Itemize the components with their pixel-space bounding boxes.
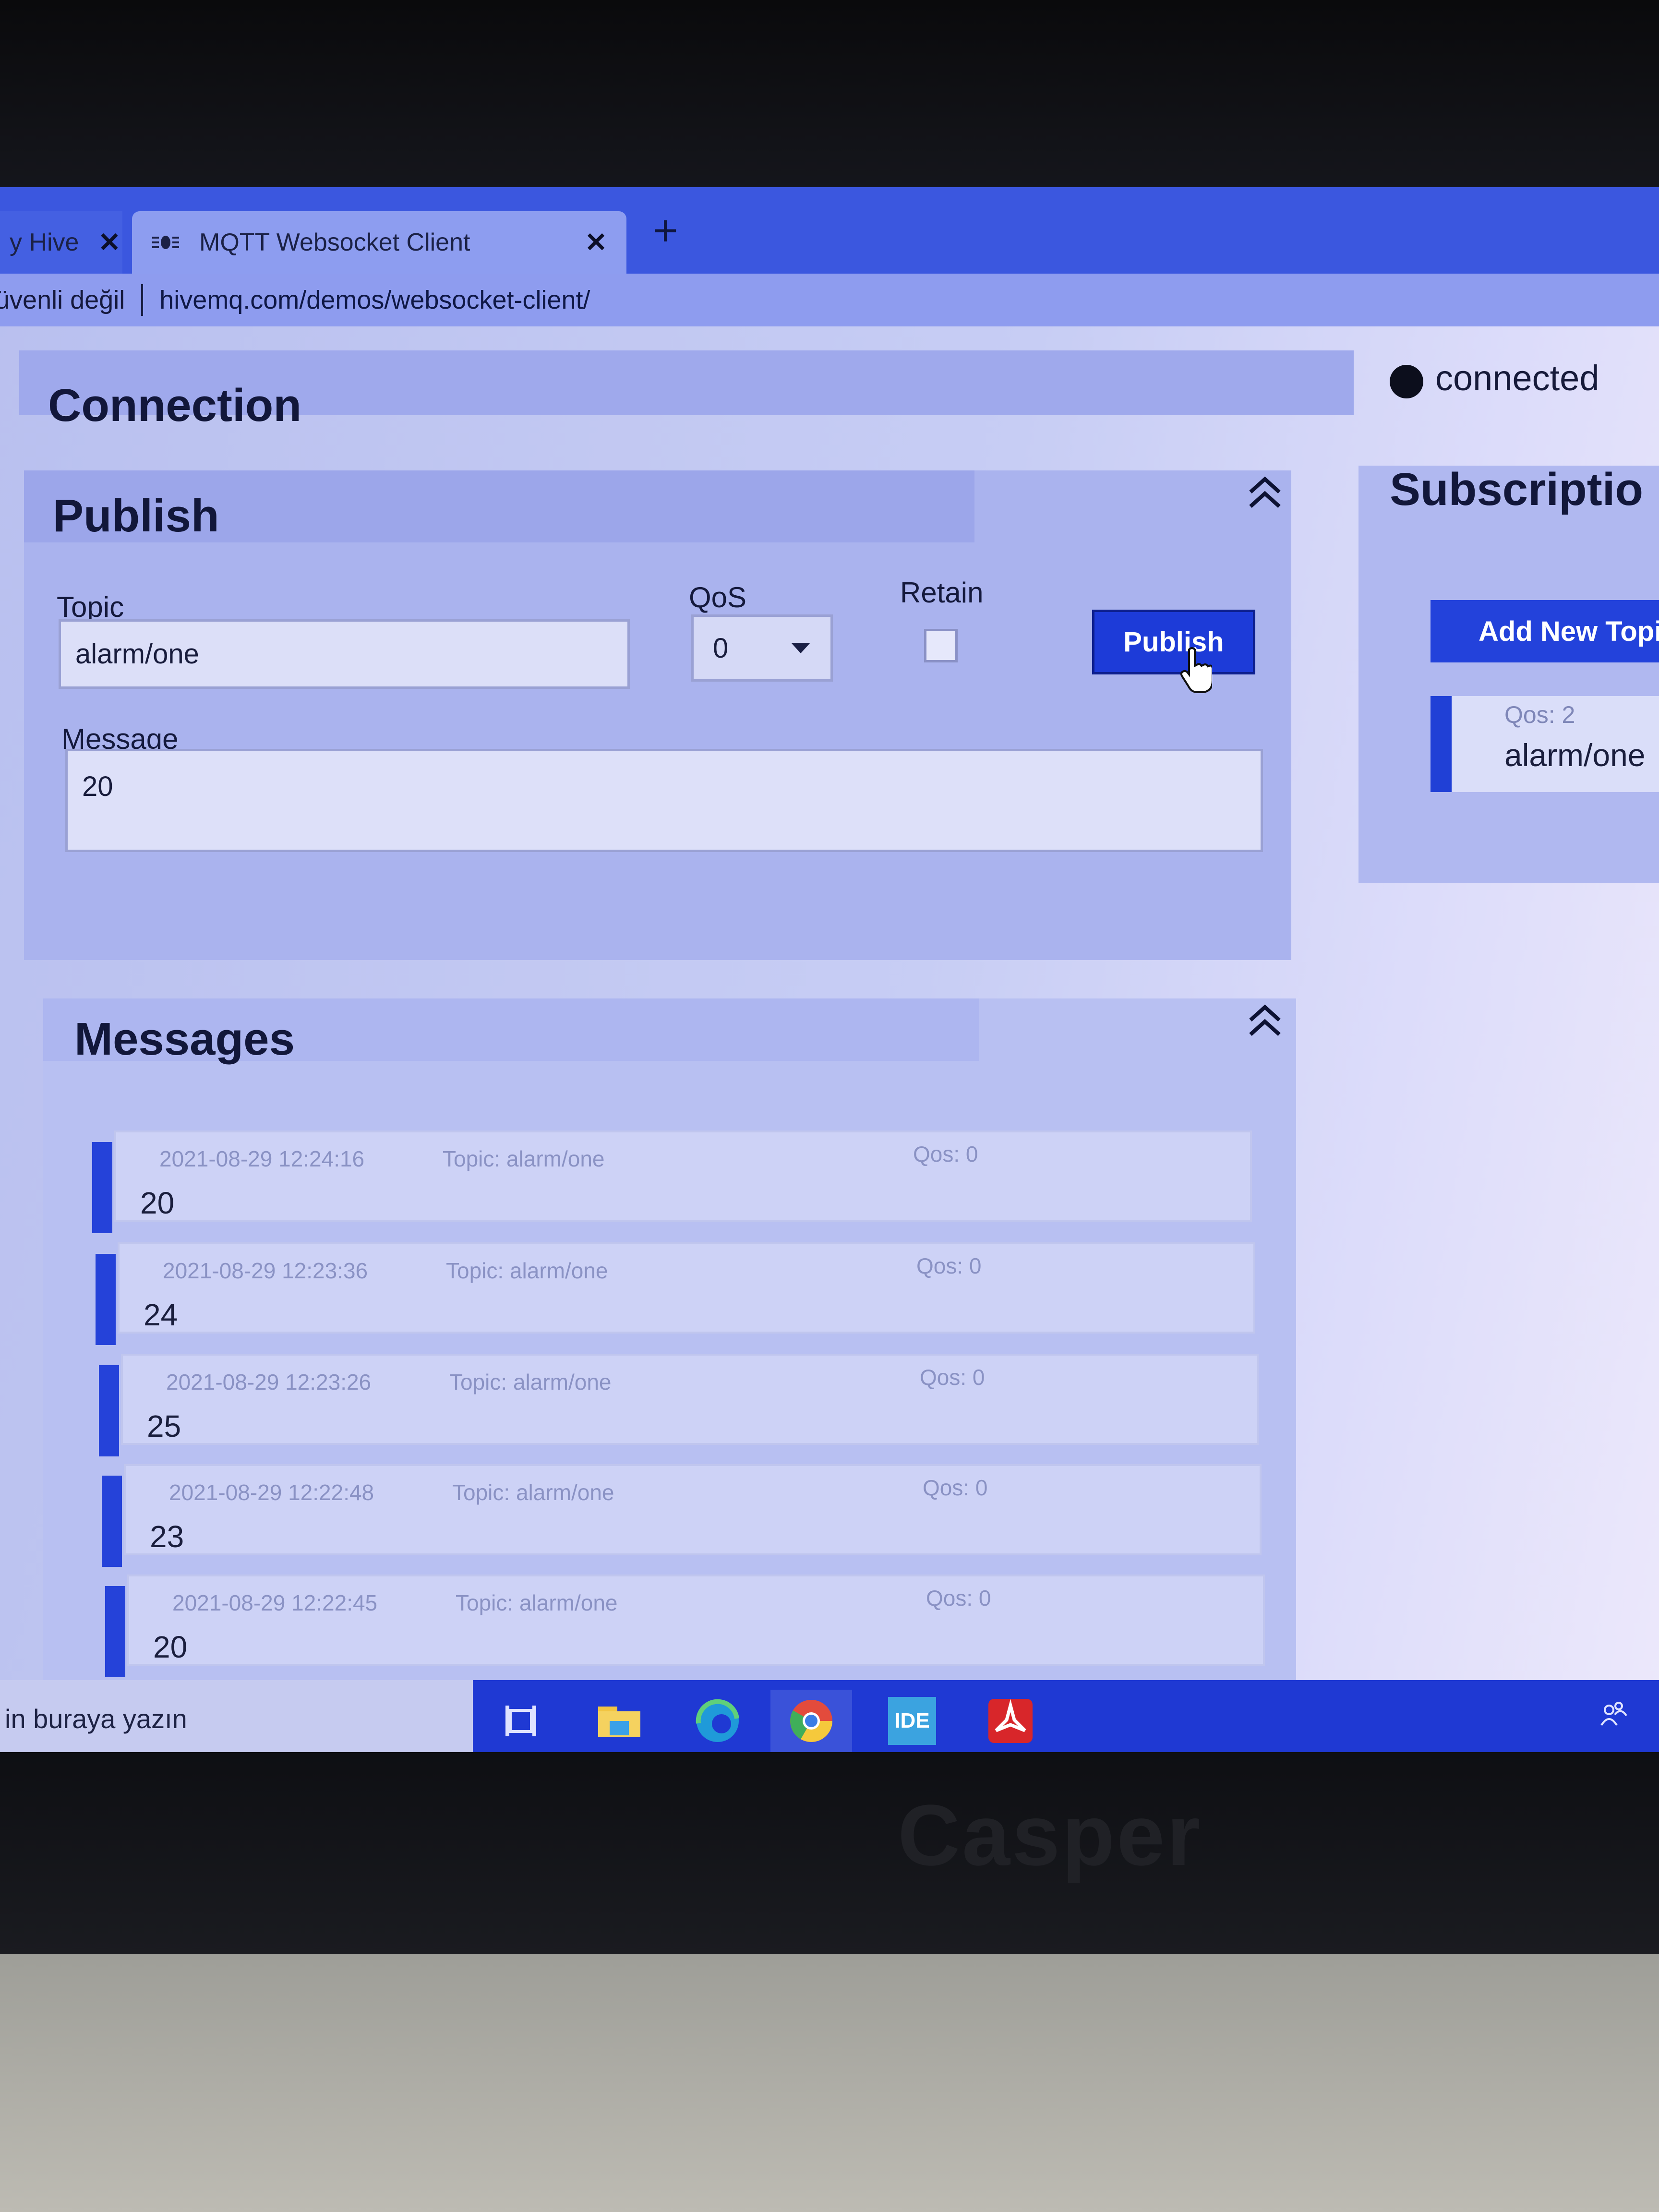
publish-panel: [24, 470, 1291, 960]
acrobat-icon[interactable]: [970, 1690, 1051, 1752]
ide-icon[interactable]: IDE: [871, 1690, 953, 1752]
publish-collapse-icon[interactable]: [1243, 470, 1286, 524]
qos-select[interactable]: 0: [691, 614, 833, 682]
laptop-bezel-bottom: Casper: [0, 1752, 1659, 1954]
subscription-topic: alarm/one: [1504, 737, 1646, 773]
message-row-marker: [99, 1365, 119, 1456]
topic-input[interactable]: alarm/one: [59, 619, 630, 689]
publish-title: Publish: [53, 490, 219, 541]
subscriptions-title: Subscriptio: [1390, 464, 1644, 515]
connection-title: Connection: [48, 380, 301, 431]
retain-label: Retain: [900, 577, 984, 609]
qos-label: QoS: [689, 581, 747, 613]
connection-status-text: connected: [1435, 358, 1599, 398]
laptop-bezel-top: [0, 0, 1659, 192]
desk-surface: [0, 1954, 1659, 2212]
message-row[interactable]: 2021-08-29 12:23:26 Topic: alarm/one Qos…: [99, 1354, 1259, 1456]
task-view-icon[interactable]: [480, 1690, 562, 1752]
message-time: 2021-08-29 12:23:36: [163, 1258, 368, 1283]
message-topic: Topic: alarm/one: [449, 1370, 612, 1395]
message-time: 2021-08-29 12:22:48: [169, 1480, 374, 1505]
qos-select-value: 0: [713, 632, 729, 664]
chrome-icon[interactable]: [770, 1690, 852, 1752]
screen: y Hive ✕ MQTT Websocket Client ✕ + üvenl…: [0, 187, 1659, 1755]
message-topic: Topic: alarm/one: [452, 1480, 614, 1505]
messages-title: Messages: [74, 1013, 295, 1065]
message-qos: Qos: 0: [923, 1475, 988, 1500]
tab-active[interactable]: MQTT Websocket Client ✕: [132, 211, 626, 274]
topic-label: Topic: [57, 591, 124, 623]
people-icon[interactable]: [1599, 1699, 1627, 1735]
laptop-brand-logo: Casper: [898, 1787, 1202, 1884]
add-new-topic-button[interactable]: Add New Topi: [1431, 600, 1659, 662]
messages-collapse-icon[interactable]: [1243, 998, 1286, 1052]
ide-icon-label: IDE: [888, 1697, 936, 1745]
taskbar-search-box[interactable]: in buraya yazın: [0, 1680, 473, 1755]
edge-icon[interactable]: [677, 1690, 758, 1752]
message-qos: Qos: 0: [916, 1253, 982, 1278]
message-input[interactable]: 20: [65, 749, 1263, 852]
message-row-marker: [102, 1476, 122, 1567]
subscriptions-panel: [1358, 466, 1659, 883]
message-topic: Topic: alarm/one: [446, 1258, 608, 1283]
tab-active-label: MQTT Websocket Client: [199, 228, 470, 256]
hand-cursor-icon: [1180, 647, 1212, 693]
message-row-marker: [105, 1586, 125, 1677]
message-qos: Qos: 0: [926, 1586, 991, 1611]
url-text[interactable]: hivemq.com/demos/websocket-client/: [159, 285, 590, 315]
message-qos: Qos: 0: [920, 1365, 985, 1390]
message-topic: Topic: alarm/one: [456, 1590, 618, 1615]
message-row-marker: [96, 1254, 116, 1345]
subscription-qos: Qos: 2: [1504, 701, 1575, 728]
message-value: 24: [144, 1298, 178, 1332]
message-value: 25: [147, 1409, 181, 1443]
message-time: 2021-08-29 12:23:26: [166, 1370, 372, 1395]
message-row[interactable]: 2021-08-29 12:24:16 Topic: alarm/one Qos…: [92, 1130, 1252, 1233]
message-qos: Qos: 0: [913, 1142, 978, 1166]
windows-taskbar: in buraya yazın IDE: [0, 1680, 1659, 1755]
address-bar[interactable]: üvenli değil hivemq.com/demos/websocket-…: [0, 274, 1659, 326]
subscription-item[interactable]: Qos: 2 alarm/one: [1431, 696, 1659, 792]
tab-previous-label: y Hive: [10, 228, 79, 256]
message-time: 2021-08-29 12:24:16: [159, 1146, 365, 1171]
message-value: 20: [140, 1186, 175, 1220]
message-row[interactable]: 2021-08-29 12:23:36 Topic: alarm/one Qos…: [96, 1242, 1255, 1345]
message-row[interactable]: 2021-08-29 12:22:45 Topic: alarm/one Qos…: [105, 1575, 1265, 1677]
hivemq-bee-icon: [152, 236, 179, 249]
connection-status-icon: [1390, 365, 1423, 398]
tab-previous-close-icon[interactable]: ✕: [98, 227, 120, 258]
security-status-label[interactable]: üvenli değil: [0, 285, 125, 315]
retain-checkbox[interactable]: [924, 629, 958, 662]
message-value: 20: [153, 1630, 188, 1664]
new-tab-icon[interactable]: +: [653, 206, 678, 256]
file-explorer-icon[interactable]: [578, 1690, 660, 1752]
message-topic: Topic: alarm/one: [443, 1146, 605, 1171]
message-row[interactable]: 2021-08-29 12:22:48 Topic: alarm/one Qos…: [102, 1464, 1262, 1567]
browser-tab-strip: y Hive ✕ MQTT Websocket Client ✕ +: [0, 187, 1659, 274]
message-row-marker: [92, 1142, 112, 1233]
message-time: 2021-08-29 12:22:45: [172, 1590, 378, 1615]
message-value: 23: [150, 1519, 184, 1554]
tab-previous[interactable]: y Hive ✕: [0, 211, 122, 274]
address-divider: [141, 284, 144, 316]
tab-active-close-icon[interactable]: ✕: [585, 227, 607, 258]
dropdown-arrow-icon: [791, 643, 810, 653]
publish-button[interactable]: Publish: [1092, 610, 1255, 674]
